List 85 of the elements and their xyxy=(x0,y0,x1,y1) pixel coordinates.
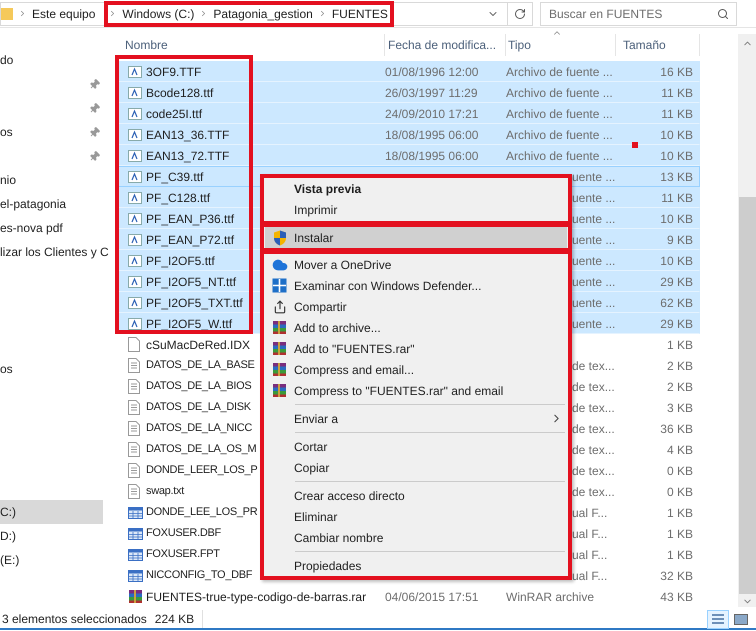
type-cell: Archivo de fuente ... xyxy=(506,148,613,162)
file-name: PF_I2OF5_NT.ttf xyxy=(146,274,236,290)
size-cell: 36 KB xyxy=(660,422,693,436)
size-cell: 2 KB xyxy=(666,380,693,394)
date-cell: 01/08/1996 12:00 xyxy=(385,64,478,78)
size-cell: 29 KB xyxy=(660,274,693,288)
status-size: 224 KB xyxy=(154,610,204,628)
file-name: PF_EAN_P36.ttf xyxy=(146,210,234,228)
size-cell: 1 KB xyxy=(666,548,693,562)
type-cell: uente ... xyxy=(572,212,616,226)
type-cell: WinRAR archive xyxy=(506,590,594,604)
size-cell: 10 KB xyxy=(660,212,693,226)
date-cell: 18/08/1995 06:00 xyxy=(385,128,478,142)
type-cell: Archivo de fuente ... xyxy=(506,128,613,142)
type-cell: ual F... xyxy=(572,548,608,562)
date-cell: 18/08/1995 06:00 xyxy=(385,148,478,162)
file-name: 3OF9.TTF xyxy=(146,64,202,80)
size-cell: 11 KB xyxy=(661,190,693,204)
size-cell: 11 KB xyxy=(661,106,693,120)
type-cell: de tex... xyxy=(572,422,615,436)
size-cell: 1 KB xyxy=(666,506,693,520)
size-cell: 3 KB xyxy=(666,400,693,414)
file-name: Bcode128.ttf xyxy=(146,84,214,102)
file-name: PF_I2OF5_TXT.ttf xyxy=(146,294,243,312)
size-cell: 16 KB xyxy=(660,64,693,78)
file-name: DATOS_DE_LA_NICC xyxy=(146,421,252,436)
type-cell: de tex... xyxy=(572,464,615,478)
file-name: DONDE_LEER_LOS_P xyxy=(146,463,258,478)
file-name: DATOS_DE_LA_BASE xyxy=(146,358,255,374)
size-cell: 1 KB xyxy=(666,338,693,352)
file-name: DONDE_LEE_LOS_PR xyxy=(146,505,258,520)
size-cell: 10 KB xyxy=(660,128,693,142)
size-cell: 9 KB xyxy=(666,232,693,246)
file-name: PF_C39.ttf xyxy=(146,168,204,186)
file-name: PF_I2OF5.ttf xyxy=(146,252,215,270)
type-cell: ual F... xyxy=(572,506,608,520)
file-name: EAN13_36.TTF xyxy=(146,126,230,144)
type-cell: Archivo de fuente ... xyxy=(506,86,613,100)
type-cell: de tex... xyxy=(572,400,615,414)
type-cell: de tex... xyxy=(572,358,615,372)
size-cell: 62 KB xyxy=(660,296,693,310)
size-cell: 43 KB xyxy=(660,590,693,604)
file-name: FOXUSER.FPT xyxy=(146,547,220,562)
type-cell: Archivo de fuente ... xyxy=(506,106,613,120)
file-name: FUENTES-true-type-codigo-de-barras.rar xyxy=(146,588,366,606)
size-cell: 10 KB xyxy=(660,254,693,268)
size-cell: 11 KB xyxy=(661,86,693,100)
size-cell: 4 KB xyxy=(666,442,693,456)
file-name: DATOS_DE_LA_DISK xyxy=(146,400,251,416)
date-cell: 24/09/2010 17:21 xyxy=(385,106,478,120)
file-name: NICCONFIG_TO_DBF xyxy=(146,568,252,584)
size-cell: 32 KB xyxy=(660,568,693,582)
type-cell: de tex... xyxy=(572,442,615,456)
type-cell: uente ... xyxy=(572,274,616,288)
type-cell: uente ... xyxy=(572,232,616,246)
size-cell: 10 KB xyxy=(660,148,693,162)
type-cell: Archivo de fuente ... xyxy=(506,64,613,78)
date-cell: 26/03/1997 11:29 xyxy=(385,86,478,100)
file-name: swap.txt xyxy=(146,484,184,500)
file-name: DATOS_DE_LA_OS_M xyxy=(146,442,256,458)
type-cell: uente ... xyxy=(572,316,616,330)
size-cell: 13 KB xyxy=(660,170,693,184)
file-name: EAN13_72.TTF xyxy=(146,148,230,164)
type-cell: de tex... xyxy=(572,380,615,394)
size-cell: 0 KB xyxy=(666,484,693,498)
type-cell: uente ... xyxy=(572,254,616,268)
size-cell: 0 KB xyxy=(666,464,693,478)
size-cell: 29 KB xyxy=(660,316,693,330)
type-cell: de tex... xyxy=(572,484,615,498)
type-cell: uente ... xyxy=(572,170,616,184)
file-name: PF_I2OF5_W.ttf xyxy=(146,316,232,332)
type-cell: ual F... xyxy=(572,526,608,540)
file-name: code25I.ttf xyxy=(146,106,202,122)
file-name: PF_C128.ttf xyxy=(146,190,210,206)
size-cell: 2 KB xyxy=(666,358,693,372)
type-cell: uente ... xyxy=(572,190,616,204)
file-name: cSuMacDeRed.IDX xyxy=(146,336,250,354)
date-cell: 04/06/2015 17:51 xyxy=(385,590,478,604)
file-name: PF_EAN_P72.ttf xyxy=(146,232,234,248)
type-cell: uente ... xyxy=(572,296,616,310)
status-text: 3 elementos seleccionados xyxy=(2,611,147,628)
file-name: DATOS_DE_LA_BIOS xyxy=(146,379,252,394)
type-cell: ual F... xyxy=(572,568,608,582)
size-cell: 1 KB xyxy=(666,526,693,540)
file-name: FOXUSER.DBF xyxy=(146,526,221,542)
